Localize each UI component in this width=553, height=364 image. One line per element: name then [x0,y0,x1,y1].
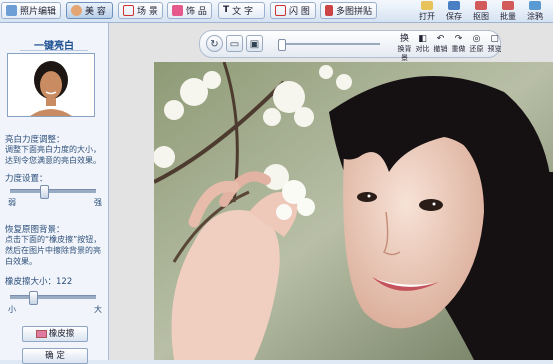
image-toolbar: ↻ ▭ ▣ 换 换背景 ◧ 对比 ↶ 撤销 ↷ 重做 ◎ 还原 ▢ 预览 [199,30,503,62]
open-folder-icon [421,1,433,10]
doodle-button[interactable]: 涂鸦 [523,1,547,21]
fit-screen-button[interactable]: ▭ [226,35,243,52]
open-label: 打开 [419,12,435,21]
redo-icon: ↷ [454,34,463,44]
weak-label: 弱 [8,198,16,207]
eraser-size-slider-knob[interactable] [29,291,38,305]
tool-restore[interactable]: ◎ 还原 [468,34,485,54]
cutout-label: 抠图 [473,12,489,21]
tab-flash[interactable]: 闪 图 [270,2,316,19]
title-divider [20,50,88,51]
save-label: 保存 [446,12,462,21]
tab-beauty-label: 美 容 [85,7,106,17]
eraser-icon [35,329,47,338]
tool-change-background[interactable]: 换 换背景 [396,34,413,62]
tab-scene-label: 场 景 [137,7,158,17]
actual-size-button[interactable]: ▣ [246,35,263,52]
eraser-button[interactable]: 橡皮擦 [22,326,88,342]
confirm-button[interactable]: 确 定 [22,348,88,364]
strong-label: 强 [94,198,102,207]
batch-button[interactable]: 批量 [496,1,520,21]
save-icon [448,1,460,10]
canvas-area: ↻ ▭ ▣ 换 换背景 ◧ 对比 ↶ 撤销 ↷ 重做 ◎ 还原 ▢ 预览 [109,23,553,360]
save-button[interactable]: 保存 [442,1,466,21]
tab-flash-label: 闪 图 [289,7,310,17]
restore-description: 点击下面的“橡皮擦”按钮，然后在图片中擦除背景的亮白效果。 [5,235,102,266]
text-icon: T [223,5,230,15]
strength-description: 调整下面亮白力度的大小，达到令您满意的亮白效果。 [5,145,101,165]
open-button[interactable]: 打开 [415,1,439,21]
batch-icon [502,1,514,10]
frame-icon: ▣ [249,39,260,50]
cutout-icon [475,1,487,10]
preview-icon: ▢ [490,34,499,44]
main-toolbar: 照片编辑 美 容 场 景 饰 品 T 文 字 闪 图 多图拼贴 打开 保存 抠图… [0,0,553,23]
eraser-size-label: 橡皮擦大小： [5,277,57,287]
tab-photo-edit[interactable]: 照片编辑 [1,2,61,19]
portrait-photo [154,62,553,360]
strength-slider[interactable] [10,185,96,199]
tab-beauty[interactable]: 美 容 [66,2,113,19]
zoom-slider-knob[interactable] [278,39,286,51]
tool-label: 换背景 [397,45,412,62]
tab-collage[interactable]: 多图拼贴 [320,2,377,19]
batch-label: 批量 [500,12,516,21]
tool-compare[interactable]: ◧ 对比 [414,34,431,54]
tool-preview[interactable]: ▢ 预览 [486,34,503,54]
collage-icon [325,5,333,16]
restore-icon: ◎ [472,34,481,44]
tool-label: 对比 [415,45,430,53]
tool-label: 重做 [451,45,466,53]
eraser-size-value: 122 [56,277,73,287]
strength-slider-knob[interactable] [40,185,49,199]
left-panel: 一键亮白 亮白力度调整： 调整下面亮白力度的大小，达到令您满意的亮白效果。 力度… [0,23,109,364]
tab-accessory-label: 饰 品 [186,7,207,17]
photo-edit-icon [6,5,17,16]
tab-photo-edit-label: 照片编辑 [19,7,56,17]
doodle-label: 涂鸦 [527,12,543,21]
strength-setting-label: 力度设置： [5,174,48,184]
tool-label: 预览 [487,45,502,53]
tool-undo[interactable]: ↶ 撤销 [432,34,449,54]
beauty-face-icon [71,5,82,16]
photo-canvas[interactable] [154,62,553,360]
eraser-size-row: 橡皮擦大小：122 [5,275,72,287]
zoom-slider[interactable] [278,39,380,51]
tab-accessory[interactable]: 饰 品 [167,2,212,19]
small-label: 小 [8,305,16,314]
eraser-button-label: 橡皮擦 [48,329,75,339]
rotate-button[interactable]: ↻ [206,35,223,52]
undo-icon: ↶ [436,34,445,44]
effect-thumbnail [7,53,95,117]
tool-label: 撤销 [433,45,448,53]
cutout-button[interactable]: 抠图 [469,1,493,21]
rotate-icon: ↻ [210,39,219,50]
tab-collage-label: 多图拼贴 [335,7,372,17]
tab-text-label: 文 字 [232,7,254,17]
tab-scene[interactable]: 场 景 [118,2,163,19]
doodle-icon [529,1,541,10]
bow-icon [172,5,183,16]
large-label: 大 [94,305,102,314]
tab-text[interactable]: T 文 字 [218,2,265,19]
eraser-size-slider[interactable] [10,291,96,305]
compare-icon: ◧ [418,34,427,44]
tool-label: 还原 [469,45,484,53]
flash-icon [275,5,286,16]
change-background-icon: 换 [399,34,409,44]
scene-icon [123,5,134,16]
monitor-icon: ▭ [229,39,240,50]
tool-redo[interactable]: ↷ 重做 [450,34,467,54]
